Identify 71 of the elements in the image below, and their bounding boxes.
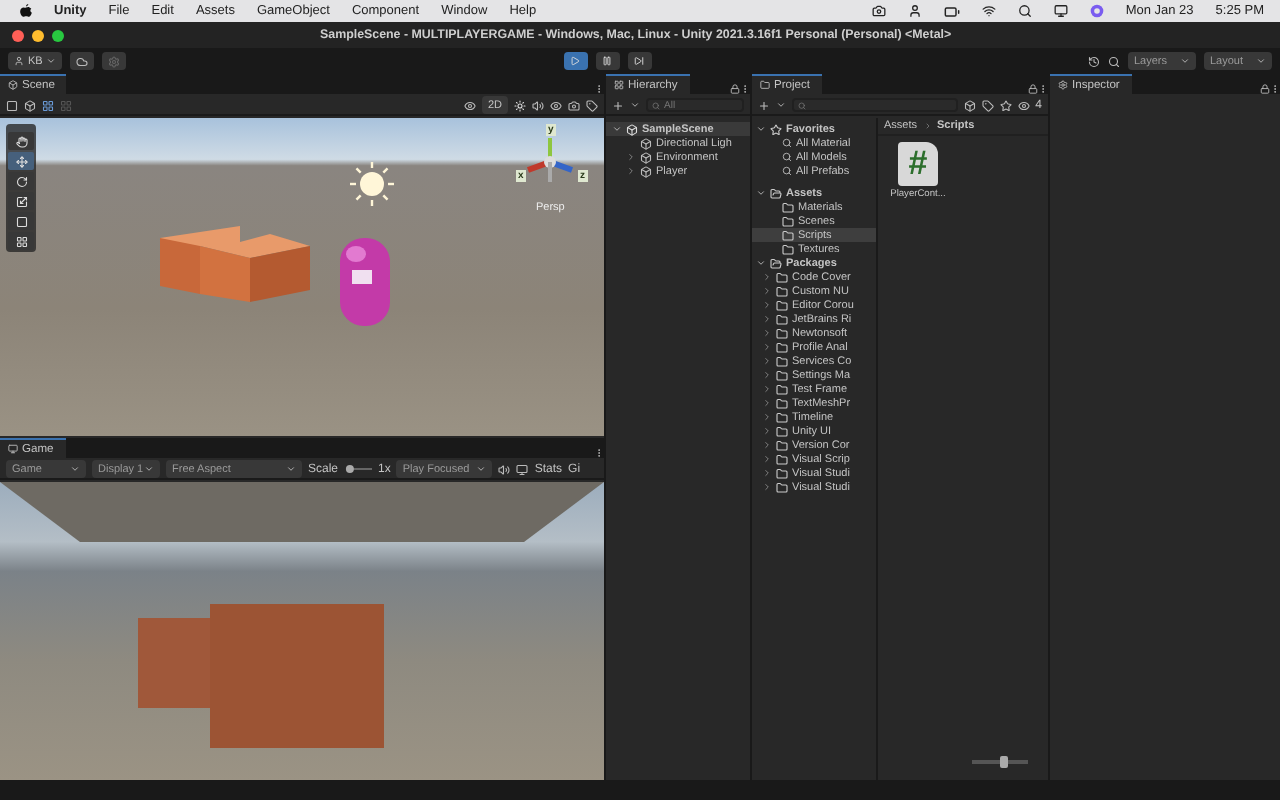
step-icon — [634, 56, 645, 66]
settings-icon — [108, 55, 121, 67]
battery-icon — [943, 3, 960, 19]
history-icon — [1088, 55, 1100, 67]
cloud-button[interactable] — [70, 52, 95, 70]
play-button[interactable] — [563, 52, 588, 70]
step-button[interactable] — [627, 52, 652, 70]
cloud-icon — [76, 55, 89, 67]
search-icon — [782, 152, 792, 162]
pause-icon — [602, 56, 613, 66]
search-icon — [782, 166, 792, 176]
move-tool-button[interactable] — [8, 152, 34, 170]
caret-icon — [630, 100, 640, 110]
pause-button[interactable] — [595, 52, 620, 70]
user-icon — [14, 56, 24, 66]
transform-tool-button[interactable] — [8, 232, 34, 250]
hand-icon — [15, 135, 27, 147]
caret-icon — [1256, 56, 1266, 66]
move-icon — [15, 155, 27, 167]
scene-icon — [8, 80, 18, 90]
lighting-icon — [514, 99, 526, 111]
caret-icon — [1180, 56, 1190, 66]
lock-icon — [730, 84, 740, 94]
unity-scene-icon — [626, 123, 638, 135]
hand-tool-button[interactable] — [8, 132, 34, 150]
sun-icon — [350, 162, 394, 206]
caret-icon — [286, 464, 296, 474]
lock-icon — [1260, 84, 1270, 94]
scale-slider-thumb[interactable] — [345, 465, 354, 473]
rect-icon — [15, 215, 27, 227]
search-icon — [1108, 55, 1120, 67]
scale-icon — [15, 195, 27, 207]
grid-icon — [15, 235, 27, 247]
caret-icon — [756, 188, 766, 198]
caret-icon — [776, 100, 786, 110]
search-field[interactable] — [792, 98, 958, 112]
zoom-button[interactable] — [52, 29, 64, 41]
minimize-button[interactable] — [32, 29, 44, 41]
wifi-icon — [981, 4, 996, 18]
camera-icon — [568, 99, 580, 111]
scale-tool-button[interactable] — [8, 192, 34, 210]
apple-icon[interactable] — [20, 4, 32, 18]
caret-icon — [144, 464, 154, 474]
rotate-icon — [15, 175, 27, 187]
capsule-drawing — [340, 238, 390, 326]
camera-icon — [871, 4, 886, 18]
caret-icon — [70, 464, 80, 474]
user-icon — [907, 4, 922, 18]
folder-icon — [760, 80, 770, 90]
star-icon — [999, 99, 1012, 111]
add-icon — [612, 99, 624, 111]
audio-icon — [532, 99, 544, 111]
zoom-slider-thumb[interactable] — [1000, 756, 1009, 768]
caret-icon — [46, 56, 57, 66]
rect-tool-button[interactable] — [8, 212, 34, 230]
rotate-tool-button[interactable] — [8, 172, 34, 190]
search-icon — [1017, 4, 1032, 18]
caret-icon — [476, 464, 487, 474]
add-icon — [758, 99, 770, 111]
play-icon — [570, 56, 581, 66]
search-icon — [782, 138, 792, 148]
search-icon — [652, 101, 660, 109]
axis-gizmo[interactable] — [526, 138, 574, 182]
star-icon — [770, 123, 782, 135]
script-file-icon[interactable]: # — [898, 142, 938, 186]
grid-icon — [42, 99, 54, 111]
caret-icon — [756, 124, 766, 134]
caret-icon — [612, 124, 622, 134]
search-icon — [798, 101, 806, 109]
close-button[interactable] — [12, 29, 24, 41]
lock-icon — [1028, 84, 1038, 94]
